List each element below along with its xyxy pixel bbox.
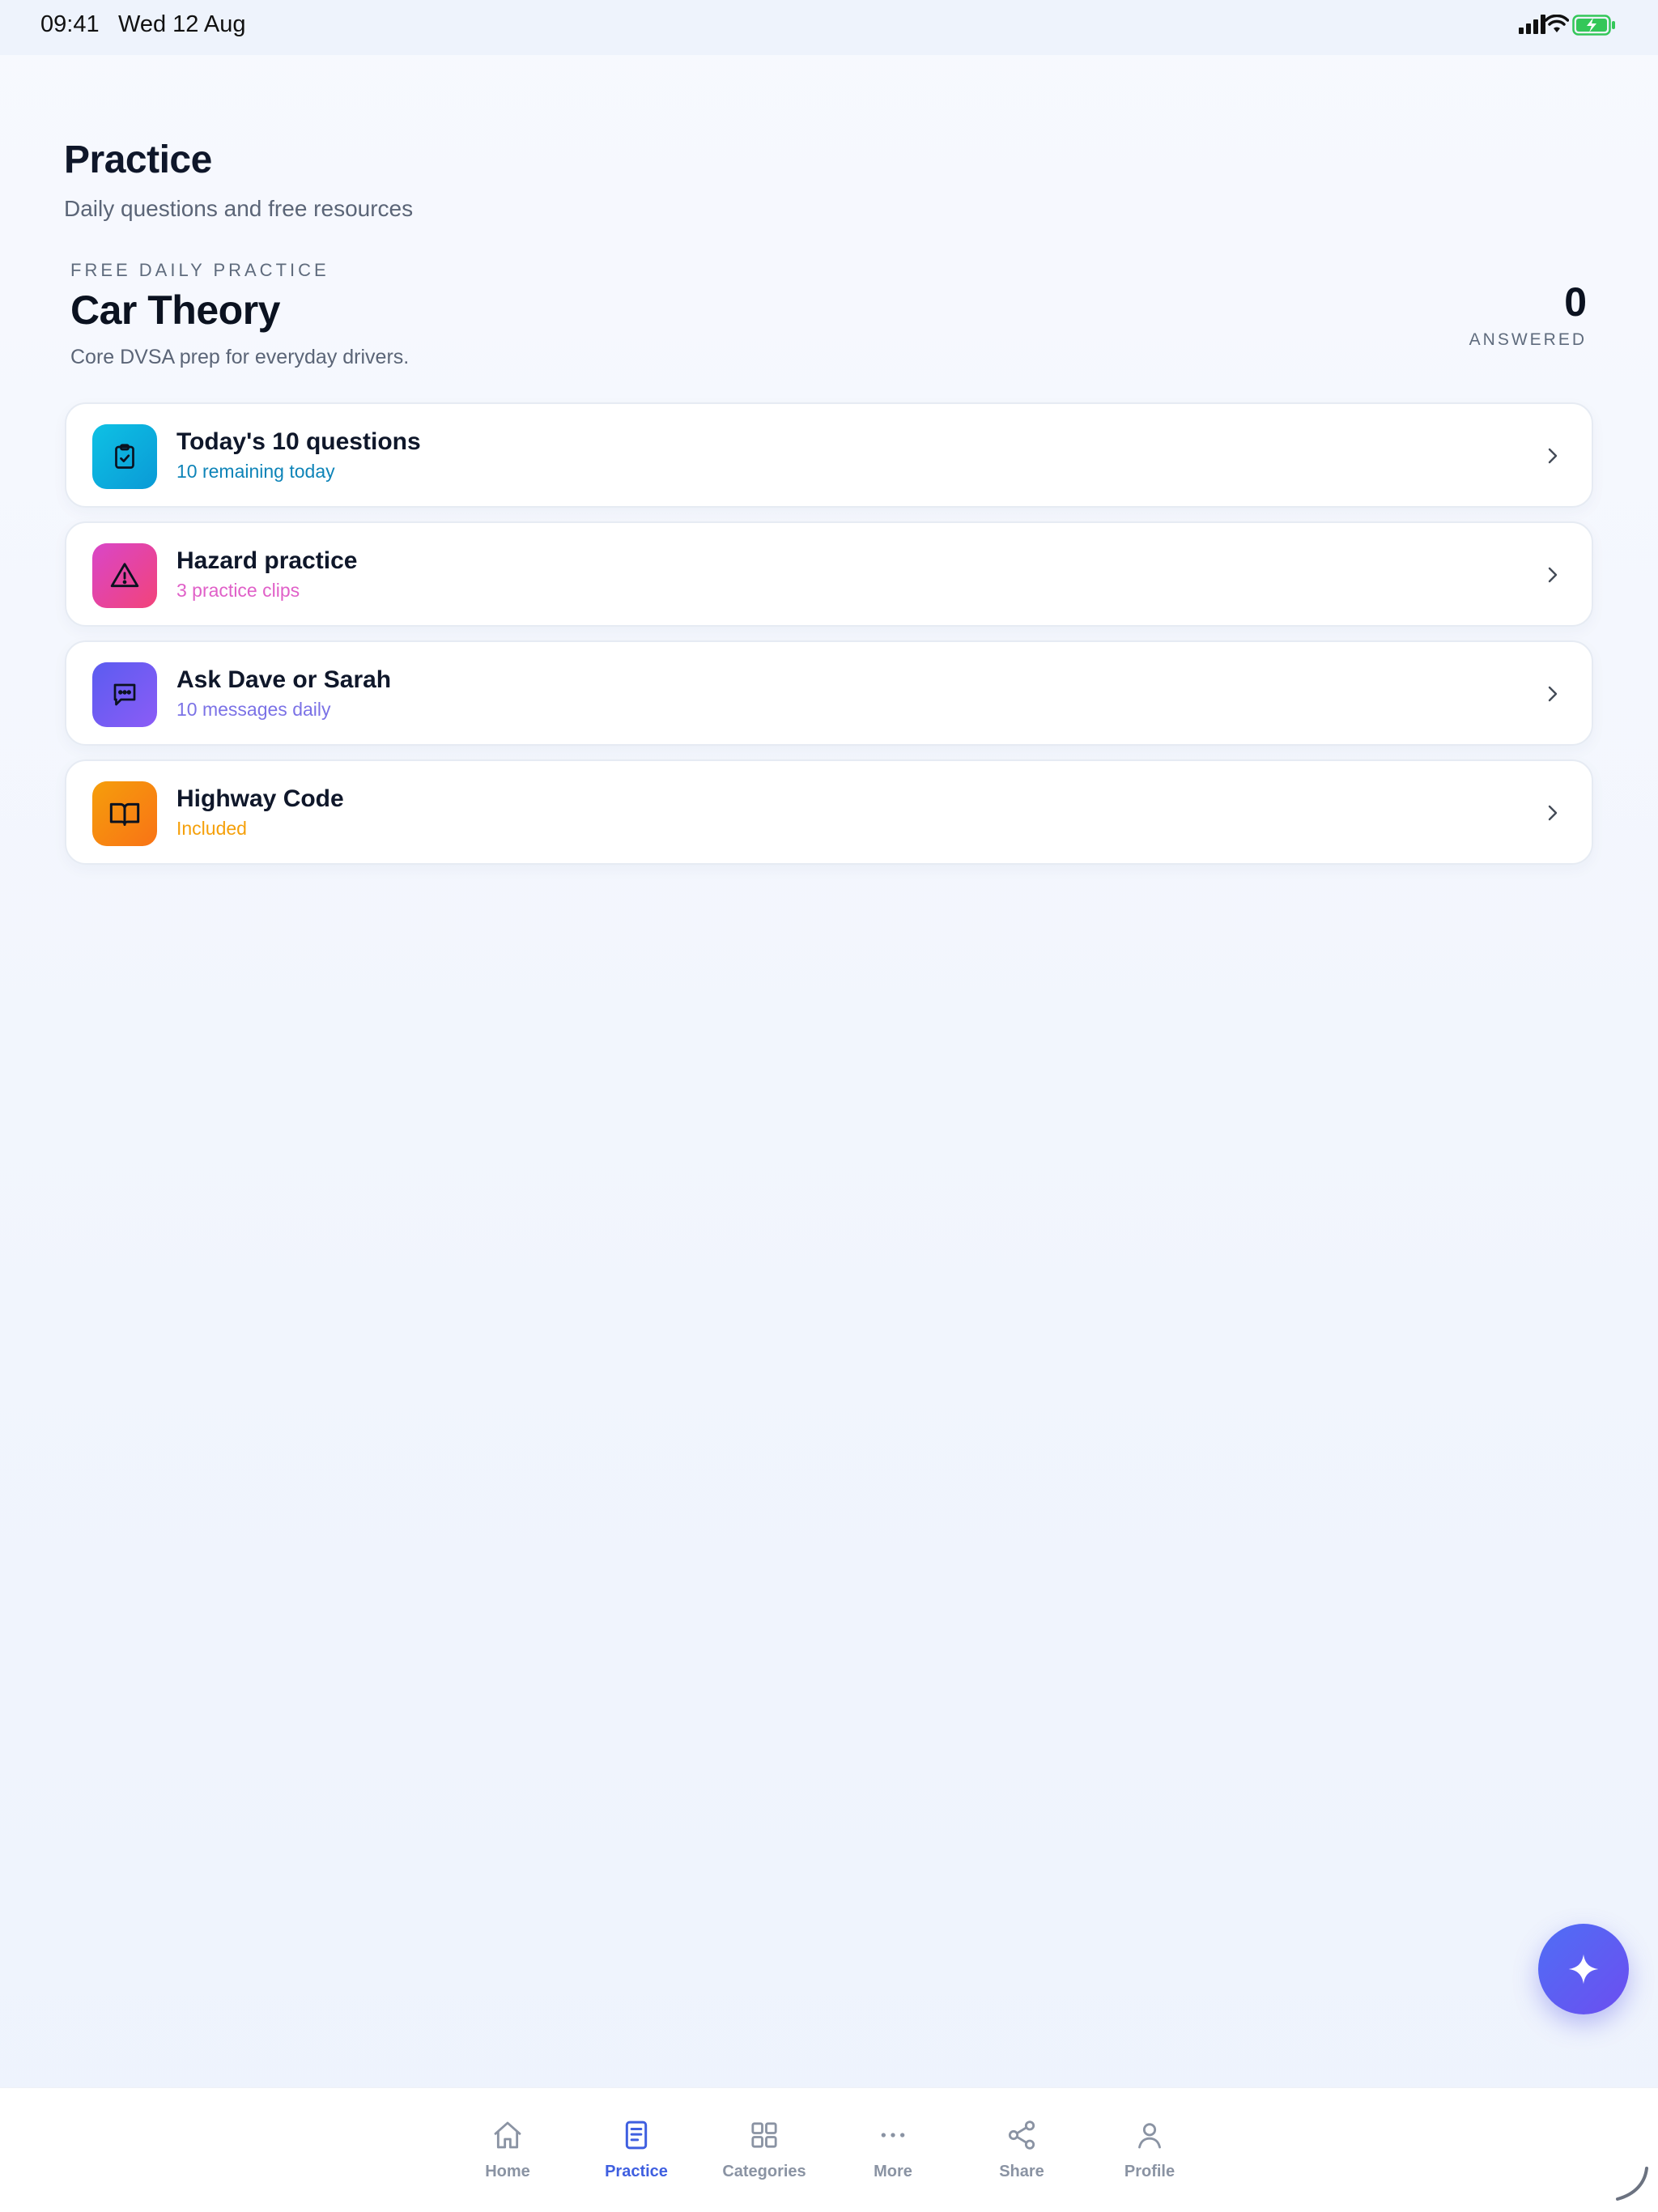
signal-icon [1519,15,1545,34]
card-icon-bg [92,543,157,608]
tab-label: Home [485,2163,530,2180]
chevron-right-icon [1548,567,1558,583]
tab-label: Practice [605,2163,668,2180]
card-hazard-practice[interactable]: Hazard practice 3 practice clips [65,521,1593,627]
document-icon [625,2121,648,2150]
card-subtitle: 10 remaining today [176,461,335,482]
section-description: Core DVSA prep for everyday drivers. [70,346,410,368]
resize-corner-indicator [1616,2167,1648,2201]
warning-triangle-icon [110,563,139,588]
open-book-icon [109,802,140,826]
card-todays-questions[interactable]: Today's 10 questions 10 remaining today [65,402,1593,508]
tab-label: More [874,2163,912,2180]
page-subtitle: Daily questions and free resources [64,196,414,221]
share-icon [1008,2121,1035,2150]
page-title: Practice [64,138,212,181]
chevron-right-icon [1548,805,1558,821]
clipboard-check-icon [115,444,134,469]
card-subtitle: 3 practice clips [176,580,300,601]
chat-bubble-icon [113,683,136,706]
card-title: Highway Code [176,785,344,812]
battery-charging-icon [1572,15,1615,36]
tab-label: Share [999,2163,1044,2180]
more-dots-icon [881,2133,905,2138]
practice-card-list: Today's 10 questions 10 remaining today … [65,402,1593,878]
card-icon-bg [92,662,157,727]
card-icon-bg [92,781,157,846]
status-time: 09:41 [40,11,100,37]
home-icon [494,2121,521,2149]
status-bar: 09:41 Wed 12 Aug [0,0,1658,55]
tab-profile[interactable]: Profile [1093,2088,1206,2185]
grid-icon [751,2122,777,2148]
section-eyebrow: FREE DAILY PRACTICE [70,260,329,280]
sparkle-icon [1568,1954,1599,1984]
bottom-tab-bar: Home Practice Categories More Share Prof… [0,2087,1658,2212]
tab-label: Profile [1124,2163,1175,2180]
card-subtitle: 10 messages daily [176,699,331,720]
answered-label: ANSWERED [1469,330,1587,349]
chevron-right-icon [1548,448,1558,464]
tab-categories[interactable]: Categories [708,2088,821,2185]
section-title: Car Theory [70,287,280,333]
chevron-right-icon [1548,686,1558,702]
ai-assistant-button[interactable] [1538,1924,1629,2014]
tab-share[interactable]: Share [965,2088,1078,2185]
tab-label: Categories [722,2163,806,2180]
card-icon-bg [92,424,157,489]
answered-count: 0 [1564,279,1587,325]
tab-more[interactable]: More [836,2088,950,2185]
card-title: Today's 10 questions [176,428,421,455]
card-subtitle: Included [176,818,247,839]
card-title: Hazard practice [176,547,358,574]
wifi-icon [1545,15,1569,32]
tab-practice[interactable]: Practice [580,2088,693,2185]
person-icon [1138,2123,1161,2149]
card-ask-dave-or-sarah[interactable]: Ask Dave or Sarah 10 messages daily [65,640,1593,746]
tab-home[interactable]: Home [451,2088,564,2185]
status-date: Wed 12 Aug [118,11,246,37]
card-title: Ask Dave or Sarah [176,666,392,693]
card-highway-code[interactable]: Highway Code Included [65,759,1593,865]
